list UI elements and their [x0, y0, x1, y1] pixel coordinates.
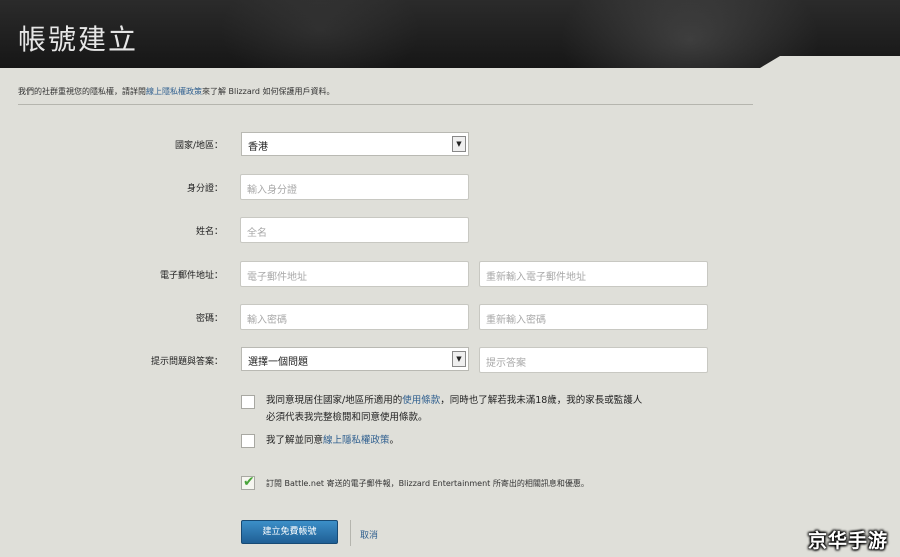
email-field[interactable]: 電子郵件地址 — [240, 261, 469, 287]
page-title: 帳號建立 — [18, 23, 139, 56]
newsletter-checkbox[interactable]: ✔ — [241, 474, 255, 490]
tos-checkbox[interactable] — [241, 395, 255, 409]
security-question-value: 選擇一個問題 — [248, 357, 308, 368]
privacy-text: 我了解並同意 — [266, 435, 324, 446]
security-question-label: 提示問題與答案： — [150, 357, 223, 367]
tos-text: 我同意現居住國家/地區所適用的 — [266, 395, 403, 406]
terms-of-use-link[interactable]: 使用條款 — [402, 395, 440, 406]
id-number-label: 身分證： — [186, 184, 223, 194]
security-answer-input[interactable]: 提示答案 — [479, 347, 708, 373]
password-confirm-field[interactable]: 重新輸入密碼 — [479, 304, 708, 330]
email-label: 電子郵件地址： — [159, 271, 223, 281]
tos-text-suffix: ，同時也了解若我未滿18歲，我的家長或監護人 — [440, 395, 643, 406]
name-input[interactable]: 全名 — [240, 217, 469, 243]
privacy-policy-link[interactable]: 線上隱私權政策 — [146, 87, 202, 96]
privacy-policy-agreement-link[interactable]: 線上隱私權政策 — [323, 435, 390, 446]
button-divider — [350, 520, 351, 546]
security-question-select[interactable]: 選擇一個問題 ▼ — [241, 347, 469, 371]
name-label: 姓名： — [195, 227, 223, 237]
header-tab-shape — [0, 56, 900, 72]
watermark-logo: 京华手游 — [808, 530, 889, 552]
password-field[interactable]: 輸入密碼 — [240, 304, 469, 330]
notice-text: 我們的社群重視您的隱私權，請詳閱 — [18, 87, 146, 96]
privacy-agreement-text: 我了解並同意線上隱私權政策。 — [266, 432, 399, 449]
id-number-input[interactable]: 輸入身分證 — [240, 174, 469, 200]
privacy-checkbox[interactable] — [241, 434, 255, 448]
chevron-down-icon[interactable]: ▼ — [452, 351, 466, 367]
create-account-button[interactable]: 建立免費帳號 — [241, 520, 338, 544]
chevron-down-icon[interactable]: ▼ — [452, 136, 466, 152]
country-select-value: 香港 — [248, 142, 268, 153]
divider — [18, 104, 753, 105]
email-confirm-field[interactable]: 重新輸入電子郵件地址 — [479, 261, 708, 287]
checkmark-icon: ✔ — [243, 474, 255, 490]
country-label: 國家/地區： — [174, 141, 223, 151]
country-select[interactable]: 香港 ▼ — [241, 132, 469, 156]
cancel-link[interactable]: 取消 — [360, 528, 378, 541]
tos-text-line2: 必須代表我完整檢閱和同意使用條款。 — [266, 412, 428, 423]
privacy-text-suffix: 。 — [389, 435, 400, 446]
newsletter-text: 訂閱 Battle.net 寄送的電子郵件報，Blizzard Entertai… — [266, 479, 589, 488]
privacy-notice: 我們的社群重視您的隱私權，請詳閱線上隱私權政策來了解 Blizzard 如何保護… — [18, 86, 335, 97]
tos-agreement-text: 我同意現居住國家/地區所適用的使用條款，同時也了解若我未滿18歲，我的家長或監護… — [266, 392, 726, 426]
notice-text-suffix: 來了解 Blizzard 如何保護用戶資料。 — [202, 87, 335, 96]
password-label: 密碼： — [195, 314, 223, 324]
